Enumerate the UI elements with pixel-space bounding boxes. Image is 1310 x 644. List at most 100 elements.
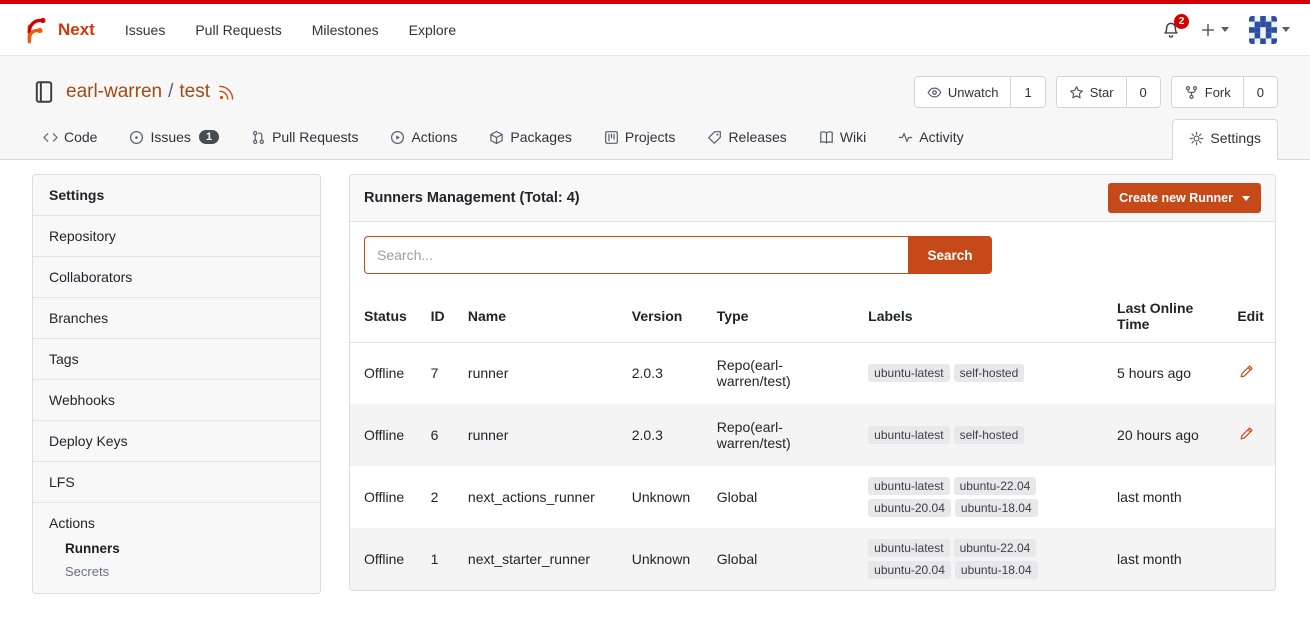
- sidebar-item-webhooks[interactable]: Webhooks: [33, 380, 320, 421]
- main-nav: Issues Pull Requests Milestones Explore: [125, 22, 486, 38]
- runner-name: next_starter_runner: [460, 528, 624, 590]
- column-header-status: Status: [350, 290, 423, 342]
- tab-issues[interactable]: Issues1: [118, 118, 230, 159]
- panel-header: Runners Management (Total: 4) Create new…: [350, 175, 1275, 222]
- tab-releases[interactable]: Releases: [696, 118, 797, 159]
- tab-activity[interactable]: Activity: [887, 118, 974, 159]
- search-button[interactable]: Search: [908, 236, 992, 274]
- runner-last-online: 20 hours ago: [1109, 404, 1229, 466]
- issue-icon: [129, 130, 144, 145]
- runner-edit-cell: [1229, 404, 1275, 466]
- eye-icon: [927, 85, 942, 100]
- runner-label-badge: ubuntu-latest: [868, 477, 949, 495]
- tab-wiki[interactable]: Wiki: [808, 118, 877, 159]
- sidebar-item-repository[interactable]: Repository: [33, 216, 320, 257]
- sidebar-item-tags[interactable]: Tags: [33, 339, 320, 380]
- sidebar-subitem-runners[interactable]: Runners: [33, 537, 320, 560]
- runner-labels: ubuntu-latestself-hosted: [860, 404, 1109, 466]
- fork-button-group: Fork 0: [1171, 76, 1278, 108]
- runner-row: Offline6runner2.0.3Repo(earl-warren/test…: [350, 404, 1275, 466]
- navbar-right: 2: [1162, 16, 1290, 44]
- tab-packages[interactable]: Packages: [478, 118, 582, 159]
- runner-name: next_actions_runner: [460, 466, 624, 528]
- tab-label: Pull Requests: [272, 129, 358, 145]
- tab-label: Code: [64, 129, 97, 145]
- sidebar-item-deploy-keys[interactable]: Deploy Keys: [33, 421, 320, 462]
- column-header-id: ID: [423, 290, 460, 342]
- repo-name-link[interactable]: test: [179, 81, 210, 103]
- runner-row: Offline2next_actions_runnerUnknownGlobal…: [350, 466, 1275, 528]
- repo-action-buttons: Unwatch 1 Star 0 Fork 0: [914, 76, 1278, 108]
- runner-type: Repo(earl-warren/test): [709, 404, 860, 466]
- nav-item-milestones[interactable]: Milestones: [312, 22, 379, 38]
- sidebar-item-collaborators[interactable]: Collaborators: [33, 257, 320, 298]
- runner-label-badge: ubuntu-20.04: [868, 499, 951, 517]
- repo-owner-link[interactable]: earl-warren: [66, 81, 162, 103]
- plus-icon: [1200, 22, 1216, 38]
- star-button[interactable]: Star: [1057, 77, 1126, 107]
- sidebar-item-label: Collaborators: [33, 257, 320, 297]
- watchers-count[interactable]: 1: [1010, 77, 1044, 107]
- runner-version: Unknown: [624, 528, 709, 590]
- tab-pull-requests[interactable]: Pull Requests: [240, 118, 369, 159]
- tab-count-badge: 1: [199, 130, 219, 144]
- sidebar-item-label: Tags: [33, 339, 320, 379]
- caret-down-icon: [1282, 27, 1290, 32]
- fork-label: Fork: [1205, 85, 1231, 100]
- sidebar-title: Settings: [33, 175, 320, 216]
- runner-label-badge: self-hosted: [954, 426, 1025, 444]
- home-link[interactable]: Next: [20, 15, 95, 45]
- runner-type: Global: [709, 466, 860, 528]
- runner-edit-cell: [1229, 342, 1275, 404]
- stars-count[interactable]: 0: [1126, 77, 1160, 107]
- tab-projects[interactable]: Projects: [593, 118, 687, 159]
- notifications-button[interactable]: 2: [1162, 21, 1180, 39]
- tab-label: Actions: [411, 129, 457, 145]
- create-menu-button[interactable]: [1200, 22, 1229, 38]
- star-button-group: Star 0: [1056, 76, 1161, 108]
- unwatch-button[interactable]: Unwatch: [915, 77, 1011, 107]
- sidebar-item-label: Branches: [33, 298, 320, 338]
- runner-row: Offline7runner2.0.3Repo(earl-warren/test…: [350, 342, 1275, 404]
- runners-panel: Runners Management (Total: 4) Create new…: [349, 174, 1276, 591]
- notification-count-badge: 2: [1174, 14, 1189, 29]
- nav-item-issues[interactable]: Issues: [125, 22, 165, 38]
- sidebar-item-actions[interactable]: ActionsRunnersSecrets: [33, 503, 320, 593]
- edit-runner-button[interactable]: [1237, 362, 1256, 384]
- sidebar-item-branches[interactable]: Branches: [33, 298, 320, 339]
- forks-count[interactable]: 0: [1243, 77, 1277, 107]
- forgejo-logo-icon: [20, 15, 50, 45]
- runner-labels: ubuntu-latestubuntu-22.04ubuntu-20.04ubu…: [860, 528, 1109, 590]
- sidebar-item-label: Webhooks: [33, 380, 320, 420]
- tab-code[interactable]: Code: [32, 118, 108, 159]
- user-avatar: [1249, 16, 1277, 44]
- runner-labels: ubuntu-latest self-hosted: [860, 342, 1109, 404]
- book-icon: [819, 130, 834, 145]
- tab-label: Activity: [919, 129, 963, 145]
- brand-name: Next: [58, 20, 95, 40]
- tab-settings[interactable]: Settings: [1172, 119, 1278, 160]
- sidebar-item-label: LFS: [33, 462, 320, 502]
- user-menu-button[interactable]: [1249, 16, 1290, 44]
- table-header-row: StatusIDNameVersionTypeLabelsLast Online…: [350, 290, 1275, 342]
- runner-last-online: last month: [1109, 466, 1229, 528]
- nav-item-pull-requests[interactable]: Pull Requests: [195, 22, 281, 38]
- search-input[interactable]: [364, 236, 908, 274]
- runner-label-badge: ubuntu-latest: [868, 364, 949, 382]
- runner-id: 1: [423, 528, 460, 590]
- rss-icon[interactable]: [218, 84, 235, 101]
- runner-label-badge: ubuntu-22.04: [954, 539, 1037, 557]
- create-runner-button[interactable]: Create new Runner: [1108, 183, 1261, 213]
- gear-icon: [1189, 131, 1204, 146]
- project-icon: [604, 130, 619, 145]
- fork-button[interactable]: Fork: [1172, 77, 1243, 107]
- sidebar-subitem-secrets[interactable]: Secrets: [33, 560, 320, 583]
- edit-runner-button[interactable]: [1237, 424, 1256, 446]
- nav-item-explore[interactable]: Explore: [409, 22, 456, 38]
- tab-actions[interactable]: Actions: [379, 118, 468, 159]
- tab-label: Packages: [510, 129, 571, 145]
- runner-label-badge: self-hosted: [954, 364, 1025, 382]
- activity-icon: [898, 130, 913, 145]
- runner-type: Global: [709, 528, 860, 590]
- sidebar-item-lfs[interactable]: LFS: [33, 462, 320, 503]
